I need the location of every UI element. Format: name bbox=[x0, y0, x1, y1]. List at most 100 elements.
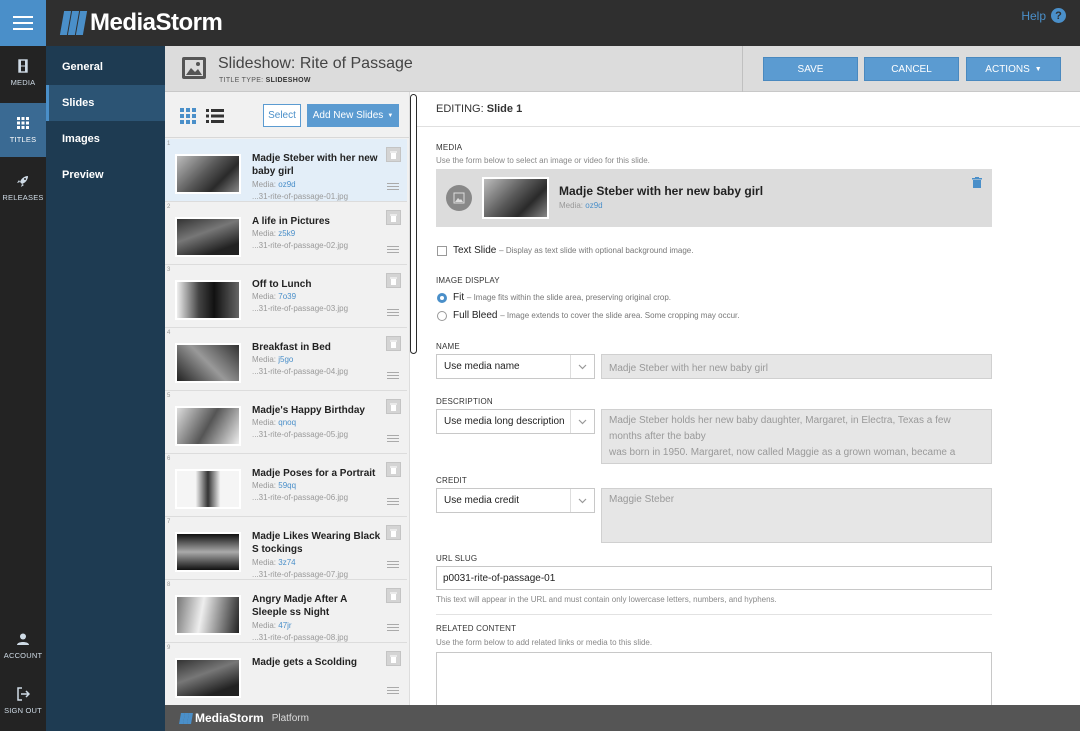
url-slug-help: This text will appear in the URL and mus… bbox=[436, 595, 777, 604]
drag-handle-icon[interactable] bbox=[387, 498, 399, 507]
drag-handle-icon[interactable] bbox=[387, 246, 399, 255]
drag-handle-icon[interactable] bbox=[387, 687, 399, 696]
trash-icon[interactable] bbox=[386, 147, 401, 162]
full-bleed-option: Full Bleed – Image extends to cover the … bbox=[453, 310, 740, 321]
cancel-button[interactable]: CANCEL bbox=[864, 57, 959, 81]
description-label: DESCRIPTION bbox=[436, 397, 493, 406]
header-divider bbox=[742, 46, 743, 92]
slide-list-toolbar: Select Add New Slides ▼ bbox=[165, 92, 409, 138]
slide-thumbnail bbox=[175, 406, 241, 446]
scroll-thumb[interactable] bbox=[410, 94, 417, 354]
title-header: Slideshow: Rite of Passage TITLE TYPE: S… bbox=[165, 46, 1080, 92]
slide-title: Madje Steber with her new baby girl bbox=[252, 153, 378, 177]
media-name: Madje Steber with her new baby girl bbox=[559, 184, 764, 198]
media-selection[interactable]: Madje Steber with her new baby girl Medi… bbox=[436, 169, 992, 227]
text-slide-checkbox[interactable] bbox=[437, 246, 447, 256]
slide-number: 1 bbox=[167, 141, 171, 147]
section-divider bbox=[436, 614, 992, 615]
rail-item-sign-out[interactable]: SIGN OUT bbox=[0, 674, 46, 728]
title-sub-nav: General Slides Images Preview bbox=[46, 46, 165, 731]
fit-radio[interactable] bbox=[437, 293, 447, 303]
trash-icon[interactable] bbox=[972, 177, 982, 188]
question-icon: ? bbox=[1051, 8, 1066, 23]
drag-handle-icon[interactable] bbox=[387, 561, 399, 570]
slide-media-id: Media: qnoq bbox=[252, 418, 297, 427]
page-title: Slideshow: Rite of Passage bbox=[218, 55, 413, 72]
slide-thumbnail bbox=[175, 343, 241, 383]
slide-row[interactable]: 3 Off to Lunch Media: 7o39 ...31-rite-of-pa… bbox=[165, 265, 407, 328]
trash-icon[interactable] bbox=[386, 273, 401, 288]
slide-row[interactable]: 8 Angry Madje After A Sleeple ss Night Med… bbox=[165, 580, 407, 643]
slide-number: 2 bbox=[167, 204, 171, 210]
slide-row[interactable]: 7 Madje Likes Wearing Black S tockings Med… bbox=[165, 517, 407, 580]
logo-mark-icon bbox=[179, 712, 193, 724]
trash-icon[interactable] bbox=[386, 462, 401, 477]
subnav-item-preview[interactable]: Preview bbox=[46, 157, 165, 193]
subnav-item-general[interactable]: General bbox=[46, 49, 165, 85]
slide-media-id: Media: 7o39 bbox=[252, 292, 297, 301]
drag-handle-icon[interactable] bbox=[387, 624, 399, 633]
slide-row[interactable]: 9 Madje gets a Scolding bbox=[165, 643, 407, 705]
slide-filename: ...31-rite-of-passage-05.jpg bbox=[252, 430, 349, 439]
trash-icon[interactable] bbox=[386, 399, 401, 414]
save-button[interactable]: SAVE bbox=[763, 57, 858, 81]
chevron-down-icon bbox=[570, 355, 594, 378]
main-rail: MEDIA TITLES RELEASES ACCOUNT SIGN OUT bbox=[0, 46, 46, 731]
full-bleed-radio[interactable] bbox=[437, 311, 447, 321]
caret-down-icon: ▼ bbox=[387, 112, 394, 119]
url-slug-input[interactable] bbox=[436, 566, 992, 590]
name-source-select[interactable]: Use media name bbox=[436, 354, 595, 379]
rail-item-media[interactable]: MEDIA bbox=[0, 46, 46, 100]
slide-thumbnail bbox=[175, 658, 241, 698]
menu-icon[interactable] bbox=[0, 0, 46, 46]
rail-item-releases[interactable]: RELEASES bbox=[0, 161, 46, 215]
slide-row[interactable]: 5 Madje's Happy Birthday Media: qnoq ...31-… bbox=[165, 391, 407, 454]
trash-icon[interactable] bbox=[386, 588, 401, 603]
select-button[interactable]: Select bbox=[263, 104, 301, 127]
slide-number: 9 bbox=[167, 645, 171, 651]
logo-mark-icon bbox=[59, 11, 88, 35]
slide-filename: ...31-rite-of-passage-04.jpg bbox=[252, 367, 349, 376]
credit-value: Maggie Steber bbox=[601, 488, 992, 543]
related-content-area[interactable] bbox=[436, 652, 992, 708]
trash-icon[interactable] bbox=[386, 525, 401, 540]
slide-thumbnail bbox=[175, 154, 241, 194]
credit-source-select[interactable]: Use media credit bbox=[436, 488, 595, 513]
rail-item-account[interactable]: ACCOUNT bbox=[0, 619, 46, 673]
description-source-select[interactable]: Use media long description bbox=[436, 409, 595, 434]
subnav-item-slides[interactable]: Slides bbox=[46, 85, 165, 121]
help-link[interactable]: Help ? bbox=[1021, 8, 1066, 23]
image-display-label: IMAGE DISPLAY bbox=[436, 276, 500, 285]
slide-thumbnail bbox=[175, 595, 241, 635]
slide-row[interactable]: 4 Breakfast in Bed Media: j5go ...31-rite-o… bbox=[165, 328, 407, 391]
slide-number: 3 bbox=[167, 267, 171, 273]
drag-handle-icon[interactable] bbox=[387, 309, 399, 318]
drag-handle-icon[interactable] bbox=[387, 183, 399, 192]
trash-icon[interactable] bbox=[386, 210, 401, 225]
mediastorm-logo[interactable]: MediaStorm bbox=[59, 9, 223, 36]
rocket-icon bbox=[17, 176, 28, 187]
list-view-icon[interactable] bbox=[206, 108, 224, 124]
related-content-label: RELATED CONTENT bbox=[436, 624, 517, 633]
rail-item-titles[interactable]: TITLES bbox=[0, 103, 46, 157]
actions-button[interactable]: ACTIONS ▼ bbox=[966, 57, 1061, 81]
slide-row[interactable]: 6 Madje Poses for a Portrait Media: 59qq..… bbox=[165, 454, 407, 517]
media-help: Use the form below to select an image or… bbox=[436, 156, 650, 165]
slideshow-icon bbox=[182, 57, 206, 79]
drag-handle-icon[interactable] bbox=[387, 435, 399, 444]
slide-number: 7 bbox=[167, 519, 171, 525]
slide-row[interactable]: 2 A life in Pictures Media: z5k9 ...31-rite… bbox=[165, 202, 407, 265]
name-label: NAME bbox=[436, 342, 460, 351]
trash-icon[interactable] bbox=[386, 336, 401, 351]
slide-thumbnail bbox=[175, 469, 241, 509]
slide-filename: ...31-rite-of-passage-03.jpg bbox=[252, 304, 349, 313]
slide-row[interactable]: 1 Madje Steber with her new baby girl Medi… bbox=[165, 139, 407, 202]
drag-handle-icon[interactable] bbox=[387, 372, 399, 381]
trash-icon[interactable] bbox=[386, 651, 401, 666]
add-new-slides-button[interactable]: Add New Slides ▼ bbox=[307, 104, 399, 127]
subnav-item-images[interactable]: Images bbox=[46, 121, 165, 157]
media-label: MEDIA bbox=[436, 143, 463, 152]
grid-view-icon[interactable] bbox=[180, 108, 196, 124]
description-value: Madje Steber holds her new baby daughter… bbox=[601, 409, 992, 464]
footer: MediaStorm Platform bbox=[165, 705, 1080, 731]
